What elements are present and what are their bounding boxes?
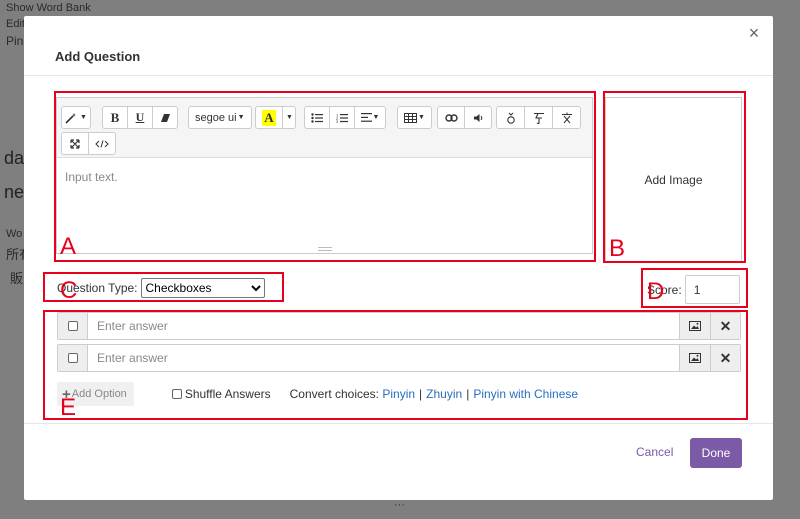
annotation-box-a	[54, 91, 596, 262]
annotation-label-d: D	[647, 278, 665, 305]
annotation-label-a: A	[60, 233, 77, 260]
annotation-label-b: B	[609, 235, 626, 262]
cancel-button[interactable]: Cancel	[636, 445, 673, 459]
footer-divider	[24, 423, 773, 424]
annotation-label-e: E	[60, 394, 77, 421]
annotation-label-c: C	[60, 277, 78, 304]
modal-title: Add Question	[55, 49, 141, 64]
done-button[interactable]: Done	[690, 438, 742, 468]
close-icon[interactable]: ×	[745, 24, 763, 43]
annotation-box-c	[43, 272, 284, 302]
annotation-box-e	[43, 310, 748, 420]
header-divider	[24, 75, 773, 76]
